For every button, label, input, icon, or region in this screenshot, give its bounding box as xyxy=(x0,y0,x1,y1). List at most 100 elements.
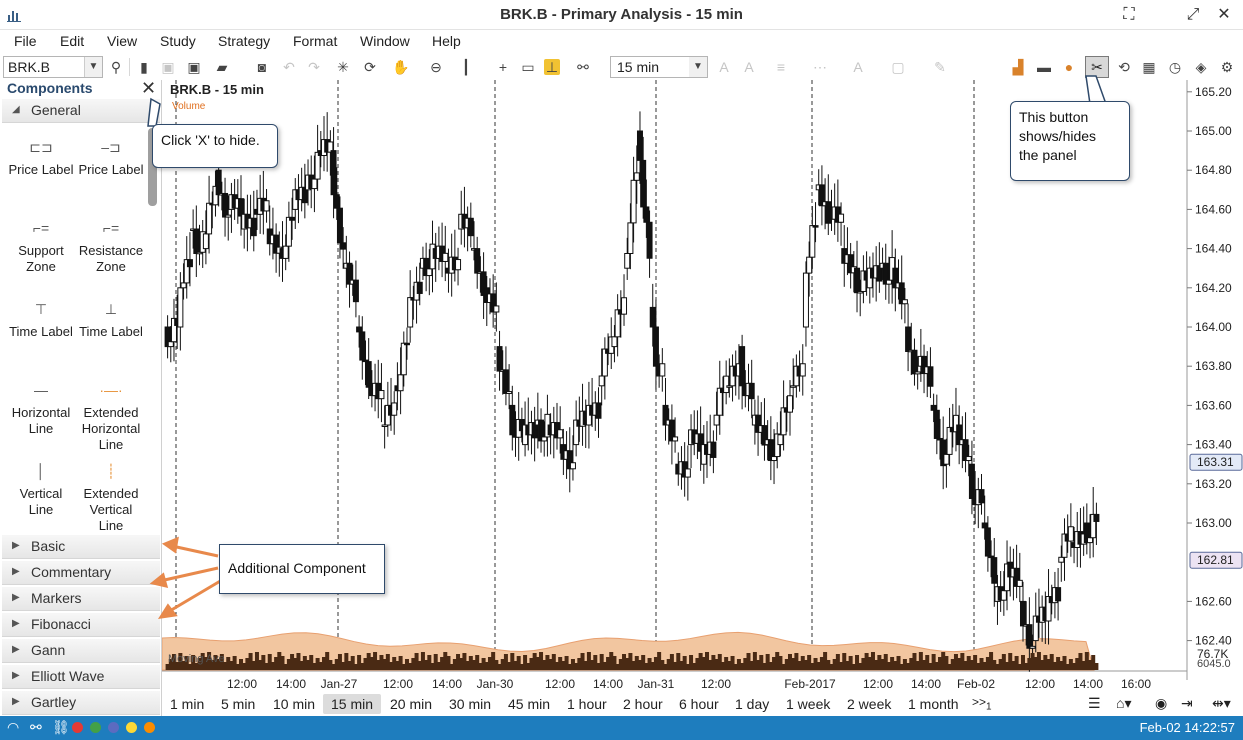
section-commentary[interactable]: ▶ Commentary xyxy=(2,561,160,585)
component-horizontal-line[interactable]: — Horizontal Line xyxy=(2,375,80,437)
section-basic[interactable]: ▶ Basic xyxy=(2,535,160,559)
component-price-label-right[interactable]: –⊐ Price Label xyxy=(72,132,150,178)
moving-average-label: Moving Ave xyxy=(168,653,225,665)
blue-status-dot[interactable] xyxy=(108,722,119,733)
interval-6-hour[interactable]: 6 hour xyxy=(671,694,727,714)
interval-5-min[interactable]: 5 min xyxy=(213,694,263,714)
save-icon[interactable]: ▣ xyxy=(160,59,176,75)
maximize-icon[interactable]: ⤢ xyxy=(1183,5,1203,25)
component-time-label-top[interactable]: ⊤ Time Label xyxy=(2,294,80,340)
eye-icon[interactable]: ◉ xyxy=(1155,695,1167,712)
fill-color-icon[interactable]: ▢ xyxy=(890,59,906,75)
close-panel-icon[interactable]: ✕ xyxy=(141,78,156,99)
interval-combobox[interactable]: 15 min ▼ xyxy=(610,56,708,78)
interval-2-hour[interactable]: 2 hour xyxy=(615,694,671,714)
section-gartley[interactable]: ▶ Gartley xyxy=(2,691,160,715)
green-status-dot[interactable] xyxy=(90,722,101,733)
menu-view[interactable]: View xyxy=(107,33,137,49)
crosshair-star-icon[interactable]: ✳ xyxy=(335,59,351,75)
camera-icon[interactable]: ◙ xyxy=(254,59,270,75)
sync-icon[interactable]: ⟲ xyxy=(1116,59,1132,75)
price-marker-icon[interactable]: ⊥ xyxy=(544,59,560,75)
scale-icon[interactable]: ⇥ xyxy=(1181,695,1193,712)
line-width-icon[interactable]: ≡ xyxy=(773,59,789,75)
data-window-icon[interactable]: ▭ xyxy=(520,59,536,75)
interval-10-min[interactable]: 10 min xyxy=(265,694,323,714)
section-gann[interactable]: ▶ Gann xyxy=(2,639,160,663)
order-bars-icon[interactable]: ▟ xyxy=(1010,59,1026,75)
line-style-icon[interactable]: ⋯ xyxy=(812,59,828,75)
candle-up xyxy=(177,287,184,328)
clock-icon[interactable]: ◷ xyxy=(1167,59,1183,75)
menu-file[interactable]: File xyxy=(14,33,37,49)
component-extended-vertical-line[interactable]: ┊ Extended Vertical Line xyxy=(72,456,150,534)
toggle-circle-icon[interactable]: ● xyxy=(1061,59,1077,75)
y-tick-label: 164.60 xyxy=(1195,202,1232,216)
component-support-zone[interactable]: ⌐= Support Zone xyxy=(2,213,80,275)
menu-study[interactable]: Study xyxy=(160,33,196,49)
toggle-components-panel-button[interactable]: ✂ xyxy=(1085,56,1109,78)
link-icon[interactable]: ⚯ xyxy=(575,59,591,75)
list-view-icon[interactable]: ☰ xyxy=(1088,695,1101,712)
y-tick-label: 164.40 xyxy=(1195,242,1232,256)
home-icon[interactable]: ⌂▾ xyxy=(1116,695,1131,712)
close-window-icon[interactable]: ✕ xyxy=(1214,5,1234,25)
menu-help[interactable]: Help xyxy=(432,33,461,49)
section-elliott-wave[interactable]: ▶ Elliott Wave xyxy=(2,665,160,689)
settings-gear-icon[interactable]: ⚙ xyxy=(1219,59,1235,75)
new-file-icon[interactable]: ▮ xyxy=(136,59,152,75)
component-resistance-zone[interactable]: ⌐= Resistance Zone xyxy=(72,213,150,275)
section-markers[interactable]: ▶ Markers xyxy=(2,587,160,611)
hand-pan-icon[interactable]: ✋ xyxy=(392,59,409,75)
interval-30-min[interactable]: 30 min xyxy=(441,694,499,714)
interval-1-day[interactable]: 1 day xyxy=(727,694,777,714)
candle-up xyxy=(1029,645,1036,649)
component-price-label-left[interactable]: ⊏⊐ Price Label xyxy=(2,132,80,178)
chevron-down-icon[interactable]: ▼ xyxy=(689,57,707,77)
tag-icon[interactable]: ◈ xyxy=(1193,59,1209,75)
component-extended-horizontal-line[interactable]: ·—· Extended Horizontal Line xyxy=(72,375,150,453)
line-color-icon[interactable]: ✎ xyxy=(932,59,948,75)
candle-up xyxy=(806,256,813,274)
menu-window[interactable]: Window xyxy=(360,33,410,49)
menu-strategy[interactable]: Strategy xyxy=(218,33,270,49)
zoom-out-icon[interactable]: ⊖ xyxy=(428,59,444,75)
menu-edit[interactable]: Edit xyxy=(60,33,84,49)
undo-icon[interactable]: ↶ xyxy=(281,59,297,75)
section-fibonacci[interactable]: ▶ Fibonacci xyxy=(2,613,160,637)
font-decrease-icon[interactable]: A xyxy=(741,59,757,75)
fullscreen-icon[interactable]: ⛶ xyxy=(1119,5,1139,25)
interval-1-min[interactable]: 1 min xyxy=(162,694,212,714)
interval-45-min[interactable]: 45 min xyxy=(500,694,558,714)
orange-status-dot[interactable] xyxy=(144,722,155,733)
interval-15-min[interactable]: 15 min xyxy=(323,694,382,714)
table-icon[interactable]: ▦ xyxy=(1141,59,1157,75)
interval-1-hour[interactable]: 1 hour xyxy=(559,694,615,714)
redo-icon[interactable]: ↷ xyxy=(306,59,322,75)
red-status-dot[interactable] xyxy=(72,722,83,733)
crosshair-icon[interactable]: + xyxy=(495,59,511,75)
interval-2-week[interactable]: 2 week xyxy=(839,694,899,714)
interval-1-month[interactable]: 1 month xyxy=(900,694,967,714)
more-intervals-icon[interactable]: >>1 xyxy=(972,695,992,712)
candle-up xyxy=(1087,537,1094,544)
yellow-status-dot[interactable] xyxy=(126,722,137,733)
refresh-clock-icon[interactable]: ⟳ xyxy=(362,59,378,75)
component-time-label-bottom[interactable]: ⊥ Time Label xyxy=(72,294,150,340)
interval-20-min[interactable]: 20 min xyxy=(382,694,440,714)
save-as-icon[interactable]: ▣ xyxy=(186,59,202,75)
component-vertical-line[interactable]: │ Vertical Line xyxy=(2,456,80,518)
text-color-icon[interactable]: A xyxy=(850,59,866,75)
fit-width-icon[interactable]: ⇹▾ xyxy=(1212,695,1231,712)
chevron-down-icon[interactable]: ▼ xyxy=(84,57,102,77)
search-icon[interactable]: ⚲ xyxy=(108,59,124,75)
interval-1-week[interactable]: 1 week xyxy=(778,694,838,714)
section-label: General xyxy=(31,102,81,118)
section-general[interactable]: ◢ General xyxy=(2,99,160,123)
candle-style-icon[interactable]: ┃ xyxy=(458,59,474,75)
symbol-combobox[interactable]: BRK.B ▼ xyxy=(3,56,103,78)
font-increase-icon[interactable]: A xyxy=(716,59,732,75)
open-folder-icon[interactable]: ▰ xyxy=(214,59,230,75)
chat-icon[interactable]: ▬ xyxy=(1036,59,1052,75)
menu-format[interactable]: Format xyxy=(293,33,337,49)
